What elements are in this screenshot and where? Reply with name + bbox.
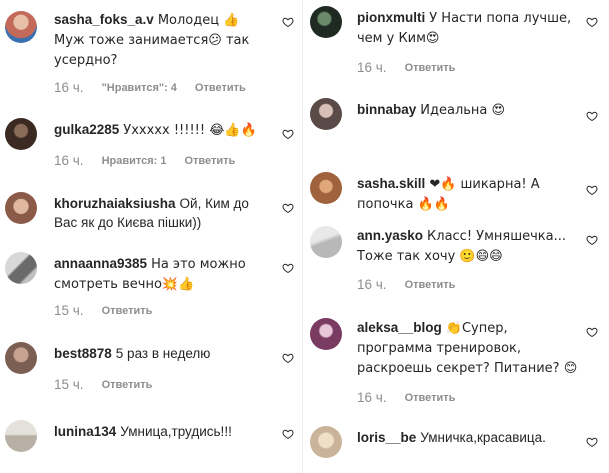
comment-username[interactable]: sasha.skill — [357, 176, 425, 191]
heart-icon[interactable] — [586, 16, 598, 28]
avatar[interactable] — [5, 420, 37, 452]
comment: annaanna9385 На это можно смотреть вечно💥… — [0, 244, 302, 340]
comment: sasha.skill ❤🔥 шикарна! А попочка 🔥🔥 — [304, 164, 609, 218]
comment-meta: 16 ч. Ответить — [357, 391, 455, 405]
comment: lunina134 Умница,трудись!!! — [0, 404, 302, 473]
comment-username[interactable]: binnabay — [357, 102, 416, 117]
avatar[interactable] — [5, 342, 37, 374]
reply-button[interactable]: Ответить — [405, 61, 456, 75]
avatar[interactable] — [310, 172, 342, 204]
comment-meta: 16 ч. "Нравится": 4 Ответить — [54, 81, 246, 95]
heart-icon[interactable] — [586, 184, 598, 196]
comment-username[interactable]: best8878 — [54, 346, 112, 361]
comment: gulka2285 Ухxxxx !!!!!! 😂👍🔥 16 ч. Нравитс… — [0, 108, 302, 180]
comment-meta: 16 ч. Ответить — [357, 278, 455, 292]
heart-icon[interactable] — [282, 352, 294, 364]
reply-button[interactable]: Ответить — [102, 304, 153, 318]
comment-username[interactable]: aleksa__blog — [357, 320, 442, 335]
reply-button[interactable]: Ответить — [405, 278, 456, 292]
comment-time[interactable]: 15 ч. — [54, 304, 84, 318]
comment-text: Идеальна 😍 — [420, 103, 506, 118]
comment-likes[interactable]: "Нравится": 4 — [102, 81, 177, 95]
comment-username[interactable]: annaanna9385 — [54, 256, 147, 271]
heart-icon[interactable] — [586, 326, 598, 338]
comment-meta: 16 ч. Нравится: 1 Ответить — [54, 154, 235, 168]
reply-button[interactable]: Ответить — [184, 154, 235, 168]
comment-username[interactable]: pionxmulti — [357, 10, 425, 25]
comment-username[interactable]: lunina134 — [54, 424, 116, 439]
avatar[interactable] — [5, 11, 37, 43]
heart-icon[interactable] — [586, 436, 598, 448]
avatar[interactable] — [310, 226, 342, 258]
comment-meta: 15 ч. Ответить — [54, 378, 152, 392]
comment-meta: 15 ч. Ответить — [54, 304, 152, 318]
heart-icon[interactable] — [586, 110, 598, 122]
comment-text: Ухxxxx !!!!!! 😂👍🔥 — [123, 123, 257, 138]
avatar[interactable] — [310, 426, 342, 458]
comment-time[interactable]: 15 ч. — [54, 378, 84, 392]
comment: ann.yasko Класс! Умняшечка... Тоже так хо… — [304, 218, 609, 308]
comment-time[interactable]: 16 ч. — [357, 391, 387, 405]
heart-icon[interactable] — [586, 234, 598, 246]
heart-icon[interactable] — [282, 428, 294, 440]
comment-time[interactable]: 16 ч. — [357, 278, 387, 292]
heart-icon[interactable] — [282, 16, 294, 28]
comment: binnabay Идеальна 😍 — [304, 90, 609, 164]
reply-button[interactable]: Ответить — [195, 81, 246, 95]
comment-username[interactable]: sasha_foks_a.v — [54, 12, 154, 27]
heart-icon[interactable] — [282, 262, 294, 274]
comment-username[interactable]: loris__be — [357, 430, 416, 445]
avatar[interactable] — [310, 318, 342, 350]
avatar[interactable] — [5, 118, 37, 150]
right-comments-column: pionxmulti У Насти попа лучше, чем у Ким😍… — [304, 0, 609, 473]
comment-text: Умничка,красавица. — [420, 430, 546, 445]
heart-icon[interactable] — [282, 202, 294, 214]
avatar[interactable] — [310, 98, 342, 130]
reply-button[interactable]: Ответить — [405, 391, 456, 405]
comment: loris__be Умничка,красавица. — [304, 418, 609, 473]
comment: aleksa__blog 👏Супер, программа тренировок… — [304, 308, 609, 418]
left-comments-column: sasha_foks_a.v Молодец 👍 Муж тоже занимае… — [0, 0, 302, 473]
avatar[interactable] — [310, 6, 342, 38]
comment-username[interactable]: gulka2285 — [54, 122, 119, 137]
comment: best8878 5 раз в неделю 15 ч. Ответить — [0, 340, 302, 404]
comment-text: 5 раз в неделю — [115, 346, 211, 361]
comment-time[interactable]: 16 ч. — [54, 81, 84, 95]
comment-username[interactable]: ann.yasko — [357, 228, 423, 243]
heart-icon[interactable] — [282, 128, 294, 140]
comment: sasha_foks_a.v Молодец 👍 Муж тоже занимае… — [0, 0, 302, 108]
comment-likes[interactable]: Нравится: 1 — [102, 154, 167, 168]
comment-username[interactable]: khoruzhaiaksiusha — [54, 196, 176, 211]
avatar[interactable] — [5, 192, 37, 224]
comment: pionxmulti У Насти попа лучше, чем у Ким😍… — [304, 0, 609, 90]
comment-time[interactable]: 16 ч. — [54, 154, 84, 168]
column-divider — [302, 0, 303, 473]
comment-text: Умница,трудись!!! — [120, 424, 232, 439]
comment-time[interactable]: 16 ч. — [357, 61, 387, 75]
comment: khoruzhaiaksiusha Ой, Ким до Вас як до Ки… — [0, 180, 302, 244]
comment-meta: 16 ч. Ответить — [357, 61, 455, 75]
avatar[interactable] — [5, 252, 37, 284]
reply-button[interactable]: Ответить — [102, 378, 153, 392]
